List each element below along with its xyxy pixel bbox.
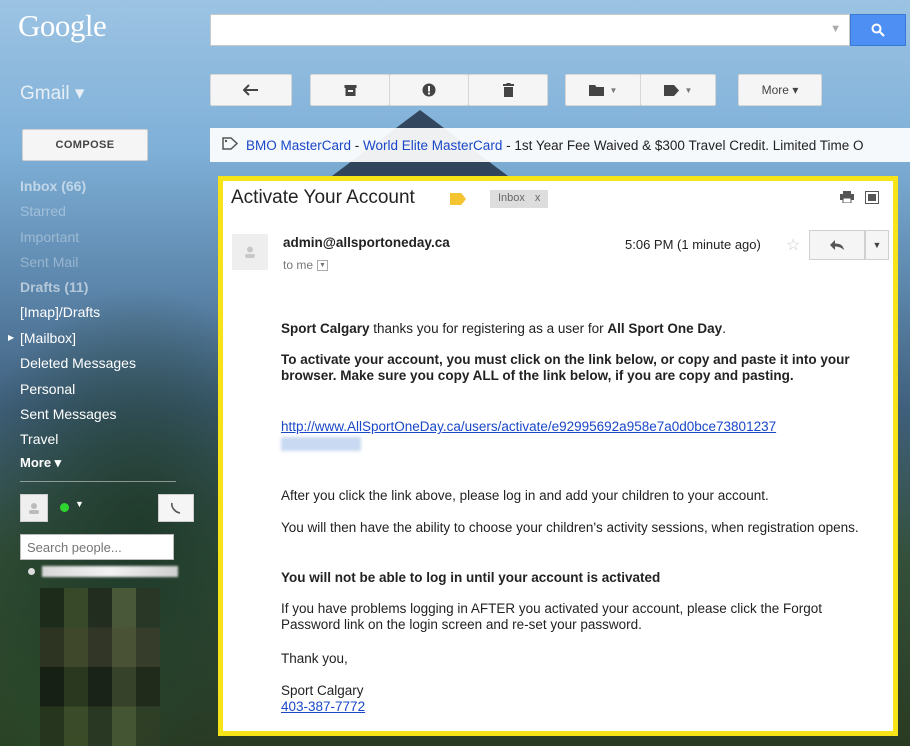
redacted-contacts-block (40, 588, 160, 746)
spam-icon (422, 83, 436, 97)
email-subject: Activate Your Account (231, 187, 415, 208)
back-arrow-icon (243, 84, 258, 96)
org-name: Sport Calgary (281, 321, 370, 336)
status-dot-icon (28, 568, 35, 575)
person-icon (245, 246, 255, 258)
sidebar-item-imap-drafts[interactable]: [Imap]/Drafts (20, 304, 100, 320)
chevron-down-icon: ▼ (684, 85, 693, 95)
ad-link-world-elite[interactable]: World Elite MasterCard (363, 138, 502, 153)
ad-banner[interactable]: BMO MasterCard - World Elite MasterCard … (210, 128, 910, 162)
search-people-input[interactable] (20, 534, 174, 560)
recipient-line: to me ▼ (283, 258, 329, 272)
ad-text: - 1st Year Fee Waived & $300 Travel Cred… (502, 137, 864, 153)
sidebar-item-travel[interactable]: Travel (20, 431, 58, 447)
more-actions-button[interactable]: More ▾ (738, 74, 822, 106)
google-logo[interactable]: Google (18, 8, 107, 44)
email-closing: Thank you, (281, 651, 348, 666)
phone-icon (171, 502, 181, 514)
email-timestamp: 5:06 PM (1 minute ago) (625, 237, 761, 252)
tag-icon (222, 137, 239, 153)
delete-button[interactable] (468, 74, 548, 106)
ad-link-bmo[interactable]: BMO MasterCard (246, 138, 351, 153)
recipient-label: to me (283, 258, 314, 272)
search-options-chevron-icon[interactable]: ▼ (830, 23, 841, 35)
archive-icon (344, 84, 356, 96)
email-paragraph-2: To activate your account, you must click… (281, 352, 850, 383)
chevron-down-icon: ▼ (609, 85, 618, 95)
compose-button[interactable]: COMPOSE (22, 129, 148, 161)
folder-icon (588, 85, 604, 96)
sender-email[interactable]: admin@allsportoneday.ca (283, 235, 450, 250)
email-paragraph-1: Sport Calgary thanks you for registering… (281, 321, 871, 337)
label-icon (663, 84, 679, 96)
p1-end: . (722, 321, 726, 336)
important-marker-icon[interactable] (450, 193, 466, 205)
email-paragraph-6: If you have problems logging in AFTER yo… (281, 601, 823, 632)
email-paragraph-4: You will then have the ability to choose… (281, 520, 859, 535)
details-chevron-icon[interactable]: ▼ (317, 260, 329, 272)
contact-list-item[interactable] (28, 566, 178, 578)
more-options-chevron-icon[interactable]: ▼ (865, 230, 889, 260)
chat-status-row: ▼ (20, 494, 194, 522)
search-button[interactable] (850, 14, 906, 46)
sidebar-item-inbox[interactable]: Inbox (66) (20, 178, 86, 194)
sidebar-item-mailbox[interactable]: [Mailbox] (20, 330, 76, 346)
contact-name-redacted (42, 566, 178, 577)
star-icon[interactable]: ☆ (786, 235, 800, 255)
email-view: Activate Your Account Inbox x admin@alls… (218, 176, 898, 736)
person-icon (29, 503, 39, 514)
labels-button[interactable]: ▼ (640, 74, 716, 106)
sidebar-item-personal[interactable]: Personal (20, 381, 75, 397)
email-paragraph-3: After you click the link above, please l… (281, 488, 769, 503)
expand-triangle-icon[interactable]: ▶ (8, 333, 14, 342)
remove-label-close-icon[interactable]: x (535, 192, 541, 206)
sidebar-divider (20, 481, 176, 482)
p1-text: thanks you for registering as a user for (369, 321, 608, 336)
ad-separator: - (351, 137, 364, 153)
inbox-label-chip[interactable]: Inbox x (490, 190, 549, 208)
sidebar-item-sent-mail[interactable]: Sent Mail (20, 254, 78, 270)
online-status-icon[interactable] (60, 503, 69, 512)
chevron-down-icon[interactable]: ▼ (75, 499, 84, 509)
email-paragraph-5: You will not be able to log in until you… (281, 570, 661, 585)
trash-icon (502, 83, 514, 97)
sender-avatar (232, 234, 268, 270)
sidebar-item-sent-messages[interactable]: Sent Messages (20, 406, 117, 422)
search-icon (871, 23, 885, 37)
print-icon[interactable] (840, 191, 854, 203)
signature-name: Sport Calgary (281, 683, 364, 698)
activation-link[interactable]: http://www.AllSportOneDay.ca/users/activ… (281, 419, 871, 435)
search-input[interactable]: ▼ (210, 14, 850, 46)
signature-phone-link[interactable]: 403-387-7772 (281, 699, 871, 715)
back-button[interactable] (210, 74, 292, 106)
inbox-chip-label: Inbox (498, 192, 525, 204)
reply-button[interactable] (809, 230, 865, 260)
reply-icon (830, 240, 844, 250)
report-spam-button[interactable] (389, 74, 469, 106)
move-to-button[interactable]: ▼ (565, 74, 641, 106)
product-name: All Sport One Day (607, 321, 723, 336)
sidebar-item-drafts[interactable]: Drafts (11) (20, 279, 88, 295)
avatar[interactable] (20, 494, 48, 522)
sidebar-item-important[interactable]: Important (20, 229, 79, 245)
activation-link-redacted[interactable] (281, 437, 361, 451)
archive-button[interactable] (310, 74, 390, 106)
sidebar-item-starred[interactable]: Starred (20, 203, 66, 219)
sidebar-item-deleted-messages[interactable]: Deleted Messages (20, 355, 136, 371)
sidebar-item-more[interactable]: More ▾ (20, 455, 61, 471)
new-hangout-button[interactable] (158, 494, 194, 522)
gmail-app-switcher[interactable]: Gmail ▾ (20, 82, 84, 105)
new-window-icon[interactable] (865, 191, 879, 204)
